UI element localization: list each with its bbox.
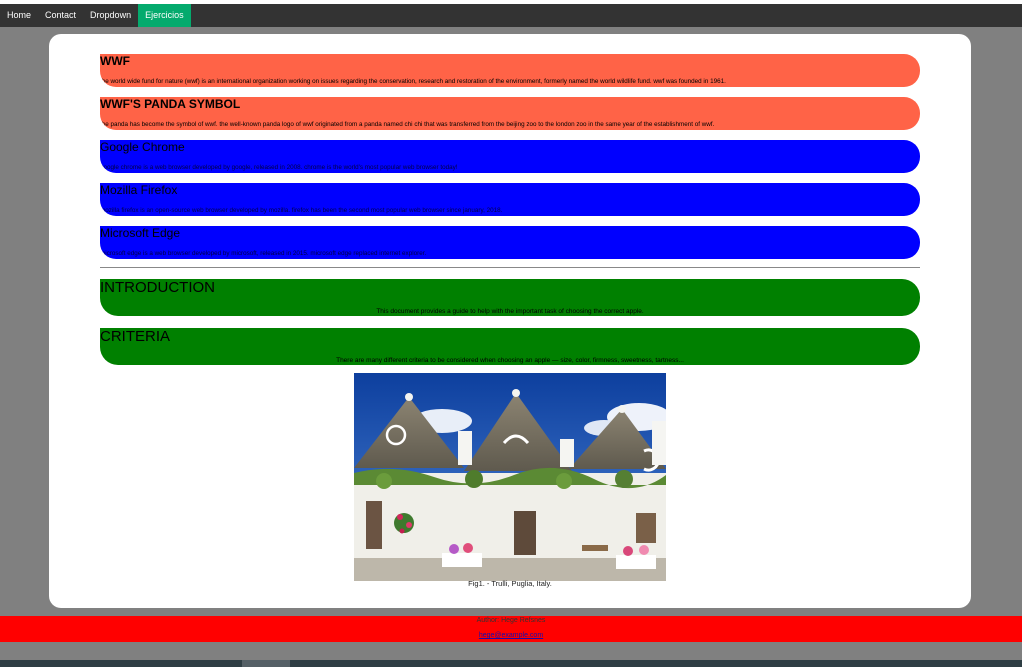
article-title: INTRODUCTION bbox=[100, 279, 215, 296]
horizontal-divider bbox=[100, 267, 920, 268]
article-text: There are many different criteria to be … bbox=[336, 357, 684, 364]
section-firefox: Mozilla Firefox mozilla firefox is an op… bbox=[100, 183, 920, 216]
nav-contact-link[interactable]: Contact bbox=[38, 4, 83, 27]
footer-author: Author: Hege Refsnes bbox=[476, 617, 546, 624]
article-text: This document provides a guide to help w… bbox=[376, 308, 644, 315]
nav-ejercicios-link[interactable]: Ejercicios bbox=[138, 4, 191, 27]
section-title: Google Chrome bbox=[100, 140, 185, 154]
figure-caption: Fig1. - Trulli, Puglia, Italy. bbox=[468, 579, 552, 588]
nav-home-link[interactable]: Home bbox=[0, 4, 38, 27]
section-wwf: WWF the world wide fund for nature (wwf)… bbox=[100, 54, 920, 87]
page-footer: Author: Hege Refsnes hege@example.com bbox=[0, 616, 1022, 642]
nav-dropdown-link[interactable]: Dropdown bbox=[83, 4, 138, 27]
section-panda-symbol: WWF'S PANDA SYMBOL the panda has become … bbox=[100, 97, 920, 130]
section-edge: Microsoft Edge microsoft edge is a web b… bbox=[100, 226, 920, 259]
content-card: WWF the world wide fund for nature (wwf)… bbox=[49, 34, 971, 608]
section-text: mozilla firefox is an open-source web br… bbox=[100, 207, 503, 214]
section-title: Mozilla Firefox bbox=[100, 183, 178, 197]
os-taskbar bbox=[0, 660, 1022, 667]
section-text: the world wide fund for nature (wwf) is … bbox=[100, 78, 726, 85]
section-text: microsoft edge is a web browser develope… bbox=[100, 250, 427, 257]
section-title: WWF'S PANDA SYMBOL bbox=[100, 97, 241, 111]
section-title: WWF bbox=[100, 54, 130, 68]
top-navbar: Home Contact Dropdown Ejercicios bbox=[0, 4, 1022, 27]
article-introduction: INTRODUCTION This document provides a gu… bbox=[100, 279, 920, 316]
section-text: google chrome is a web browser developed… bbox=[100, 164, 458, 171]
section-title: Microsoft Edge bbox=[100, 226, 181, 240]
section-chrome: Google Chrome google chrome is a web bro… bbox=[100, 140, 920, 173]
article-title: CRITERIA bbox=[100, 328, 171, 345]
trulli-photo bbox=[354, 373, 666, 581]
footer-email-link[interactable]: hege@example.com bbox=[0, 632, 1022, 639]
section-text: the panda has become the symbol of wwf. … bbox=[100, 121, 715, 128]
taskbar-item[interactable] bbox=[242, 660, 290, 667]
article-criteria: CRITERIA There are many different criter… bbox=[100, 328, 920, 365]
